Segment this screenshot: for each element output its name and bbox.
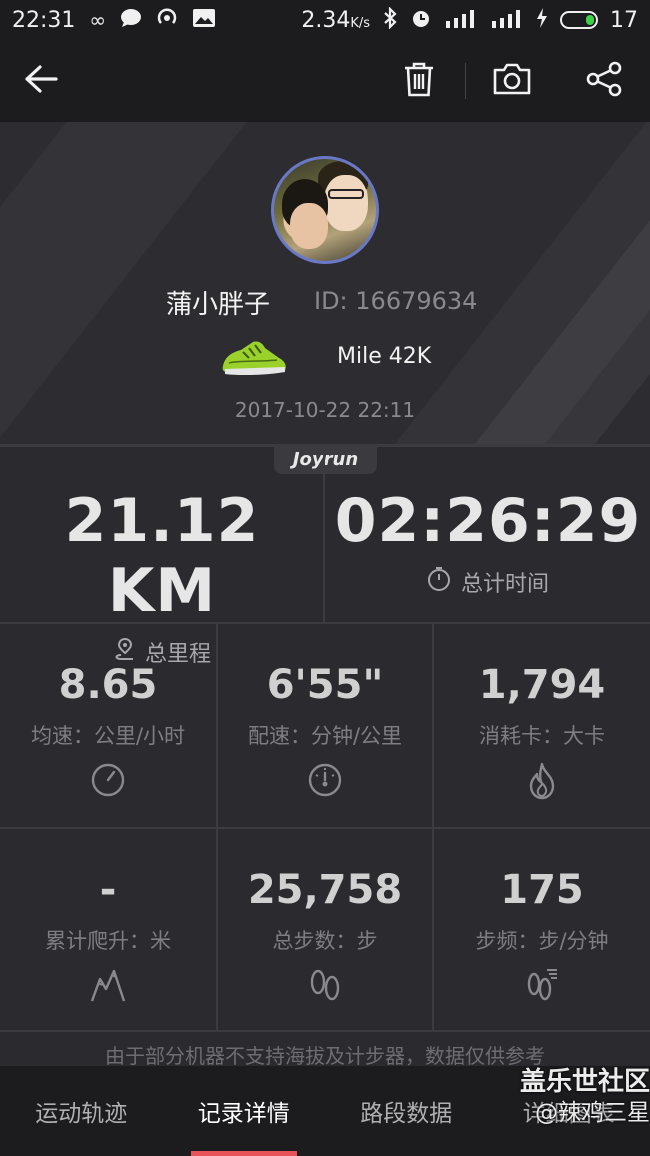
- divider: [0, 827, 650, 829]
- infinity-icon: ∞: [89, 8, 107, 32]
- calories-stat: 1,794 消耗卡：大卡: [434, 624, 650, 827]
- camera-button[interactable]: [466, 40, 558, 122]
- user-name: 蒲小胖子: [166, 290, 271, 320]
- signal-4g-icon: [444, 7, 478, 34]
- avg-speed-value: 8.65: [58, 662, 158, 708]
- calories-label: 消耗卡：大卡: [479, 724, 605, 748]
- duration-value: 02:26:29: [334, 486, 642, 556]
- steps-label: 总步数：步: [272, 929, 378, 953]
- duration-label: 总计时间: [460, 572, 549, 597]
- running-shoe-icon: [219, 336, 289, 378]
- main-stats: 21.12 KM 总里程 02:26:29 总计时间: [0, 448, 650, 667]
- steps-stat: 25,758 总步数：步: [217, 829, 433, 1032]
- cadence-icon: [525, 967, 559, 1007]
- share-button[interactable]: [558, 40, 650, 122]
- cadence-stat: 175 步频：步/分钟: [434, 829, 650, 1032]
- tab-segment-data[interactable]: 路段数据: [325, 1066, 488, 1156]
- camera-icon: [492, 62, 532, 100]
- speedometer-icon: [90, 762, 126, 802]
- watermark-author: @辣鸡三星: [535, 1099, 650, 1126]
- stopwatch-icon: [427, 566, 451, 598]
- elevation-label: 累计爬升：米: [45, 929, 171, 953]
- distance-stat: 21.12 KM 总里程: [0, 448, 324, 667]
- status-bar: 22:31 ∞ 2.34K/s 17: [0, 0, 650, 40]
- avg-speed-stat: 8.65 均速：公里/小时: [0, 624, 216, 827]
- record-datetime: 2017-10-22 22:11: [234, 398, 416, 422]
- profile-header: 蒲小胖子 ID: 16679634 Mile 42K 2017-10-22 22…: [0, 122, 650, 446]
- footprints-icon: [308, 967, 342, 1007]
- share-icon: [586, 61, 622, 101]
- image-icon: [192, 8, 216, 33]
- pace-label: 配速：分钟/公里: [247, 724, 403, 748]
- stats-grid: 8.65 均速：公里/小时 6'55" 配速：分钟/公里 1,794 消耗卡：大…: [0, 624, 650, 1032]
- avg-speed-label: 均速：公里/小时: [30, 724, 186, 748]
- watermark-title: 盖乐世社区: [519, 1067, 650, 1097]
- avatar[interactable]: [271, 156, 379, 264]
- bluetooth-icon: [382, 5, 398, 34]
- elevation-value: -: [99, 867, 117, 913]
- divider: [0, 1030, 650, 1032]
- cadence-label: 步频：步/分钟: [475, 929, 609, 953]
- network-speed-unit: K/s: [350, 15, 370, 31]
- pace-stat: 6'55" 配速：分钟/公里: [217, 624, 433, 827]
- shoe-name: Mile 42K: [337, 344, 432, 369]
- user-id: ID: 16679634: [314, 287, 478, 315]
- pace-value: 6'55": [266, 662, 384, 708]
- tab-record-details[interactable]: 记录详情: [163, 1066, 326, 1156]
- battery-icon: [560, 11, 598, 29]
- cadence-value: 175: [500, 867, 584, 913]
- signal-3g-icon: [490, 7, 524, 34]
- back-button[interactable]: [0, 40, 82, 122]
- charging-icon: [536, 7, 548, 33]
- alarm-icon: [410, 7, 432, 34]
- battery-level: 17: [610, 7, 638, 33]
- chat-icon: [120, 8, 142, 33]
- steps-value: 25,758: [247, 867, 403, 913]
- network-speed: 2.34: [301, 7, 351, 33]
- hotspot-icon: [156, 7, 178, 34]
- flame-icon: [527, 762, 557, 804]
- divider: [323, 448, 325, 622]
- disclaimer-text: 由于部分机器不支持海拔及计步器，数据仅供参考: [105, 1044, 545, 1068]
- mountain-icon: [90, 967, 126, 1007]
- delete-button[interactable]: [373, 40, 465, 122]
- app-bar: [0, 40, 650, 122]
- duration-stat: 02:26:29 总计时间: [326, 448, 650, 622]
- calories-value: 1,794: [478, 662, 606, 708]
- trash-icon: [403, 61, 435, 101]
- back-arrow-icon: [24, 64, 58, 98]
- tab-track[interactable]: 运动轨迹: [0, 1066, 163, 1156]
- distance-value: 21.12 KM: [64, 486, 260, 626]
- watermark: 盖乐世社区 @辣鸡三星: [490, 1068, 650, 1126]
- elevation-stat: - 累计爬升：米: [0, 829, 216, 1032]
- clock: 22:31: [12, 7, 76, 33]
- pace-gauge-icon: [307, 762, 343, 802]
